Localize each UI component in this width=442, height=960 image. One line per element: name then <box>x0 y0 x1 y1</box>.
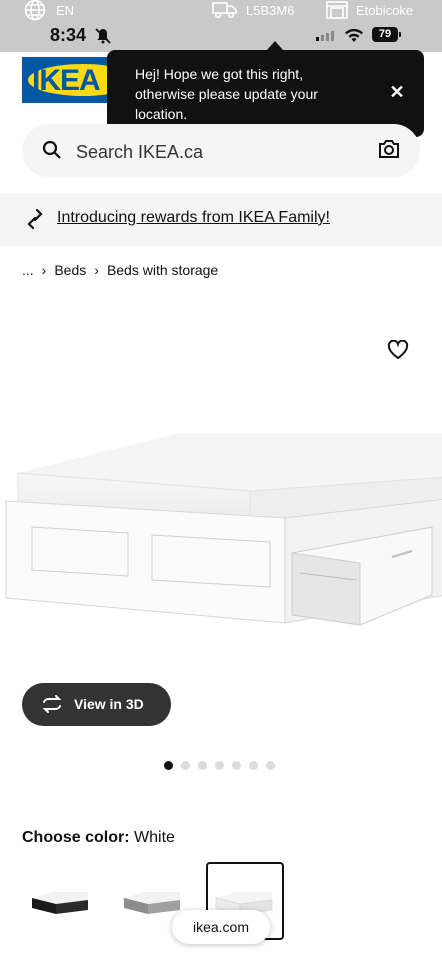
chevron-right-icon: › <box>94 262 99 278</box>
search-bar <box>22 124 420 177</box>
browser-url-pill[interactable]: ikea.com <box>172 910 270 944</box>
signal-icon <box>316 31 334 41</box>
status-time: 8:34 <box>50 25 87 45</box>
breadcrumb-beds-with-storage[interactable]: Beds with storage <box>107 262 218 278</box>
postal-code-label: L5B3M6 <box>246 2 295 18</box>
rotate-3d-icon <box>42 695 62 713</box>
carousel-dot[interactable] <box>198 761 207 770</box>
postal-code-selector[interactable]: L5B3M6 <box>212 0 294 20</box>
color-chooser-label: Choose color: White <box>22 829 175 847</box>
promo-link[interactable]: Introducing rewards from IKEA Family! <box>57 209 330 227</box>
selected-color: White <box>134 829 175 846</box>
breadcrumb-beds[interactable]: Beds <box>54 262 86 278</box>
bed-illustration <box>5 433 442 626</box>
logo-text: IKEA <box>32 64 101 97</box>
store-bar: EN L5B3M6 Etobicoke <box>0 0 442 22</box>
language-selector[interactable]: EN <box>24 0 75 21</box>
language-label: EN <box>56 2 75 18</box>
carousel-dot[interactable] <box>215 761 224 770</box>
carousel-dot[interactable] <box>181 761 190 770</box>
carousel-dot[interactable] <box>266 761 275 770</box>
chevron-right-icon: › <box>41 262 47 278</box>
swatch-black[interactable] <box>22 862 98 938</box>
store-label: Etobicoke <box>356 2 414 18</box>
view-in-3d-button[interactable]: View in 3D <box>22 683 171 726</box>
carousel-dot[interactable] <box>164 761 173 770</box>
image-carousel-dots <box>164 761 275 770</box>
carousel-dot[interactable] <box>249 761 258 770</box>
carousel-dot[interactable] <box>232 761 241 770</box>
battery-indicator: 79 <box>372 27 401 42</box>
promo-banner[interactable]: Introducing rewards from IKEA Family! <box>0 193 442 246</box>
search-icon <box>42 140 61 159</box>
camera-icon[interactable] <box>378 139 400 159</box>
view-in-3d-label: View in 3D <box>74 696 144 712</box>
bell-slash-icon <box>95 28 111 44</box>
store-selector[interactable]: Etobicoke <box>326 0 413 20</box>
close-icon[interactable]: ✕ <box>387 82 407 102</box>
popup-message: Hej! Hope we got this right, otherwise p… <box>135 66 318 122</box>
breadcrumb-ellipsis[interactable]: ... <box>22 262 34 278</box>
product-image[interactable] <box>0 295 442 750</box>
wifi-icon <box>345 28 363 42</box>
breadcrumb: ... › Beds › Beds with storage <box>22 262 218 278</box>
link-icon <box>27 208 43 230</box>
choose-color-heading: Choose color: <box>22 829 130 846</box>
search-input[interactable] <box>74 136 368 168</box>
heart-icon[interactable] <box>387 340 409 360</box>
store-icon <box>326 1 348 19</box>
truck-icon <box>212 2 237 19</box>
status-bar: 8:34 79 <box>0 22 442 48</box>
globe-icon <box>24 0 46 21</box>
